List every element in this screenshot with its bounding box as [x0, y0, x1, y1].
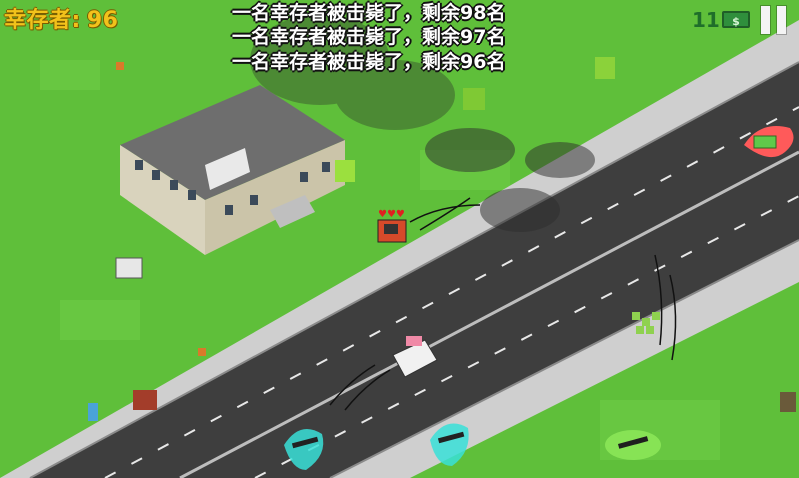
survivors-counter: 幸存者: 96 — [4, 2, 118, 34]
survivors-label: 幸存者: — [4, 8, 81, 33]
car-icon — [753, 135, 777, 149]
pickup-melee — [605, 430, 661, 460]
survivors-count: 96 — [86, 8, 119, 33]
kill-feed-line: 一名幸存者被击毙了，剩余97名 — [232, 26, 506, 48]
kills-count: 11 — [692, 8, 720, 32]
pause-button[interactable] — [760, 6, 788, 34]
kill-feed-line: 一名幸存者被击毙了，剩余96名 — [232, 51, 506, 73]
pause-icon — [761, 6, 770, 34]
player-vehicle: ♥♥♥ — [377, 209, 407, 243]
svg-text:♥♥♥: ♥♥♥ — [378, 209, 405, 220]
money-icon: $ — [722, 11, 750, 28]
